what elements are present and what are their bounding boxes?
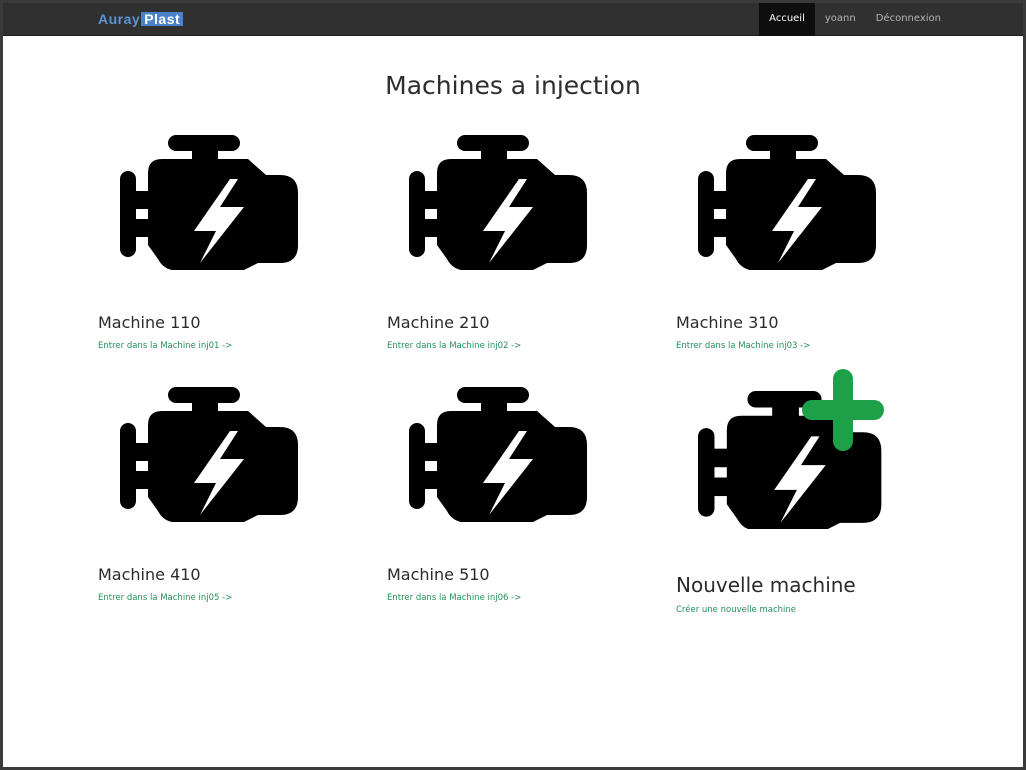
new-machine-link[interactable]: Créer une nouvelle machine [676,605,796,615]
nav-item-logout[interactable]: Déconnexion [866,3,951,36]
nav-menu: Accueil yoann Déconnexion [759,3,951,36]
machine-link[interactable]: Entrer dans la Machine inj06 -> [387,593,521,603]
engine-icon[interactable] [409,135,589,274]
brand-logo[interactable]: Auray Plast [98,11,184,28]
machine-link[interactable]: Entrer dans la Machine inj02 -> [387,341,521,351]
browser-viewport: Auray Plast Accueil yoann Déconnexion Mac… [3,3,1023,767]
nav-item-user[interactable]: yoann [815,3,866,36]
engine-icon[interactable] [698,135,878,274]
machine-link[interactable]: Entrer dans la Machine inj05 -> [98,593,232,603]
machine-name: Machine 310 [676,313,779,332]
machine-link[interactable]: Entrer dans la Machine inj01 -> [98,341,232,351]
machine-name: Machine 510 [387,565,490,584]
machine-name: Machine 410 [98,565,201,584]
machine-name: Machine 110 [98,313,201,332]
nav-item-accueil[interactable]: Accueil [759,3,815,36]
engine-add-svg [698,369,884,532]
machine-name: Machine 210 [387,313,490,332]
page-title: Machines a injection [385,71,641,100]
top-navbar: Auray Plast Accueil yoann Déconnexion [3,3,1023,36]
engine-add-icon[interactable] [698,369,898,533]
engine-icon[interactable] [120,135,300,274]
brand-text-primary: Auray [98,11,141,27]
new-machine-title: Nouvelle machine [676,573,856,597]
engine-icon[interactable] [409,387,589,526]
machine-link[interactable]: Entrer dans la Machine inj03 -> [676,341,810,351]
engine-icon[interactable] [120,387,300,526]
brand-text-secondary: Plast [141,12,184,26]
